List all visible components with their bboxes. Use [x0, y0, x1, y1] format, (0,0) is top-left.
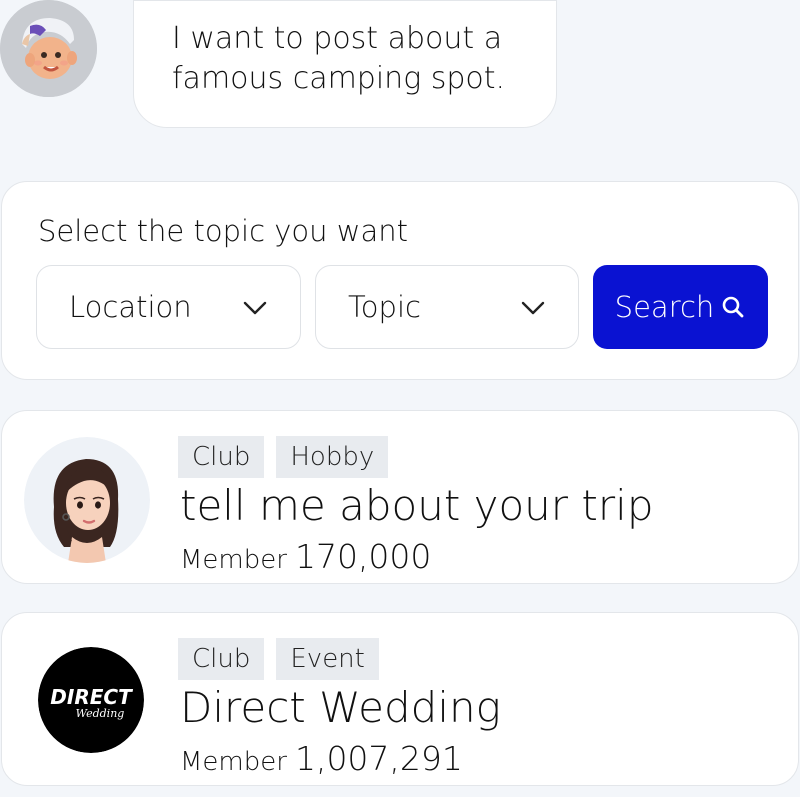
logo-script: Wedding — [76, 707, 125, 720]
location-dropdown-label: Location — [69, 290, 192, 324]
members-count: 1,007,291 — [294, 739, 463, 778]
club-avatar: DIRECT Wedding — [38, 647, 144, 753]
chevron-down-icon — [521, 301, 545, 315]
club-members: Member 170,000 — [180, 537, 431, 576]
club-name[interactable]: Direct Wedding — [180, 683, 501, 732]
tag-club[interactable]: Club — [178, 436, 265, 478]
search-button[interactable]: Search — [593, 265, 768, 349]
tag-event[interactable]: Event — [276, 638, 379, 680]
topic-selector-card: Select the topic you want Location Topic… — [1, 181, 799, 380]
topic-dropdown[interactable]: Topic — [315, 265, 579, 349]
user-avatar — [0, 0, 97, 97]
logo-text: DIRECT — [50, 685, 133, 709]
direct-wedding-logo: DIRECT Wedding — [38, 647, 144, 753]
topic-selector-title: Select the topic you want — [38, 214, 408, 248]
club-tags: Club Hobby — [178, 436, 389, 478]
club-tags: Club Event — [178, 638, 379, 680]
search-icon — [723, 296, 744, 318]
members-count: 170,000 — [294, 537, 432, 576]
club-name[interactable]: tell me about your trip — [180, 481, 653, 530]
boy-avatar-icon — [0, 0, 97, 97]
members-label: Member — [180, 545, 287, 575]
club-card[interactable]: DIRECT Wedding Club Event Direct Wedding… — [1, 612, 799, 786]
members-label: Member — [180, 747, 287, 777]
chevron-down-icon — [243, 301, 267, 315]
tag-hobby[interactable]: Hobby — [276, 436, 389, 478]
club-card[interactable]: Club Hobby tell me about your trip Membe… — [1, 410, 799, 584]
club-avatar — [24, 437, 150, 563]
topic-dropdown-label: Topic — [348, 290, 421, 324]
tag-club[interactable]: Club — [178, 638, 265, 680]
search-button-label: Search — [614, 290, 715, 324]
chat-message-bubble: I want to post about a famous camping sp… — [133, 0, 557, 128]
chat-message-text: I want to post about a famous camping sp… — [172, 21, 506, 96]
club-members: Member 1,007,291 — [180, 739, 463, 778]
woman-avatar-icon — [24, 437, 150, 563]
location-dropdown[interactable]: Location — [36, 265, 301, 349]
